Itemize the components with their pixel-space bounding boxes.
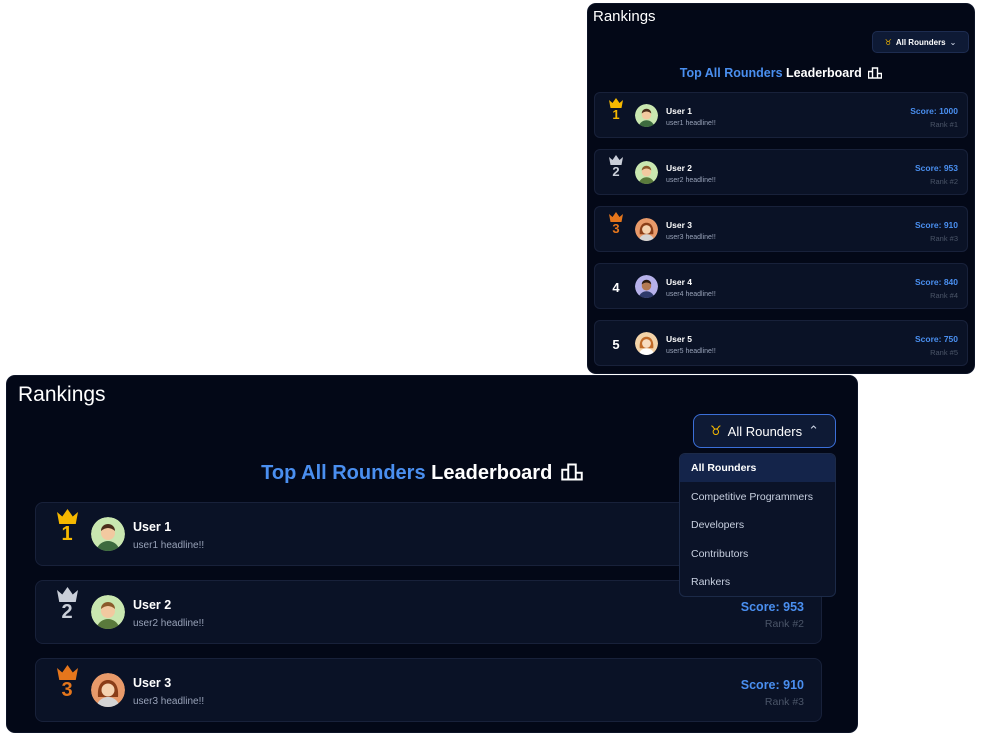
avatar	[635, 332, 658, 355]
medal-icon: ♉	[884, 37, 892, 47]
user-score: Score: 910	[740, 678, 804, 692]
crown-icon	[56, 509, 78, 524]
user-headline: user3 headline!!	[666, 234, 716, 241]
chevron-down-icon: ⌄	[949, 37, 957, 47]
avatar	[635, 104, 658, 127]
user-name: User 3	[666, 220, 692, 230]
leaderboard-podium-icon	[561, 463, 583, 481]
user-score: Score: 910	[915, 220, 958, 230]
user-name: User 5	[666, 334, 692, 344]
page-title: Rankings	[593, 8, 656, 25]
leaderboard-row[interactable]: 4 User 4 user4 headline!! Score: 840 Ran…	[594, 263, 968, 309]
rank-number: 5	[612, 337, 620, 352]
user-headline: user4 headline!!	[666, 291, 716, 298]
rank-badge-bronze: 3	[605, 212, 627, 235]
avatar	[91, 595, 125, 629]
leaderboard-row[interactable]: 2 User 2 user2 headline!! Score: 953 Ran…	[594, 149, 968, 195]
user-score: Score: 953	[740, 600, 804, 614]
category-filter-button[interactable]: ♉ All Rounders ⌄	[872, 31, 969, 53]
avatar	[635, 275, 658, 298]
rank-badge-bronze: 3	[54, 665, 80, 700]
leaderboard-heading: Top All Rounders Leaderboard	[588, 66, 974, 80]
user-score: Score: 840	[915, 277, 958, 287]
dropdown-option-competitive-programmers[interactable]: Competitive Programmers	[680, 483, 835, 511]
user-headline: user2 headline!!	[133, 618, 205, 629]
dropdown-option-rankers[interactable]: Rankers	[680, 568, 835, 596]
user-name: User 4	[666, 277, 692, 287]
rank-badge-silver: 2	[54, 587, 80, 622]
user-rank: Rank #2	[930, 177, 958, 186]
category-filter-label: All Rounders	[895, 37, 946, 47]
user-name: User 2	[133, 598, 172, 612]
leaderboard-row[interactable]: 3 User 3 user3 headline!! Score: 910 Ran…	[594, 206, 968, 252]
rankings-panel-compact: Rankings ♉ All Rounders ⌄ Top All Rounde…	[588, 4, 974, 373]
crown-icon	[56, 587, 78, 602]
rank-badge-gold: 1	[605, 98, 627, 121]
avatar	[635, 218, 658, 241]
user-name: User 3	[133, 676, 172, 690]
avatar	[91, 517, 125, 551]
user-rank: Rank #1	[930, 120, 958, 129]
rank-badge-silver: 2	[605, 155, 627, 178]
user-rank: Rank #3	[764, 696, 804, 708]
user-score: Score: 750	[915, 334, 958, 344]
medal-icon: ♉	[710, 423, 722, 438]
user-headline: user3 headline!!	[133, 696, 205, 707]
user-score: Score: 1000	[910, 106, 958, 116]
rank-number: 4	[612, 280, 620, 295]
category-dropdown-menu: All Rounders Competitive Programmers Dev…	[679, 453, 836, 597]
page-title: Rankings	[18, 383, 106, 406]
leaderboard-row[interactable]: 5 User 5 user5 headline!! Score: 750 Ran…	[594, 320, 968, 366]
chevron-up-icon: ⌃	[808, 423, 819, 438]
user-headline: user5 headline!!	[666, 348, 716, 355]
dropdown-option-all-rounders[interactable]: All Rounders	[680, 454, 835, 482]
user-name: User 1	[133, 520, 172, 534]
user-rank: Rank #5	[930, 348, 958, 357]
user-headline: user1 headline!!	[133, 540, 205, 551]
dropdown-option-contributors[interactable]: Contributors	[680, 540, 835, 568]
avatar	[91, 673, 125, 707]
user-score: Score: 953	[915, 163, 958, 173]
crown-icon	[56, 665, 78, 680]
rankings-panel-expanded: Rankings ♉ All Rounders ⌃ Top All Rounde…	[7, 376, 857, 732]
category-filter-label: All Rounders	[727, 423, 803, 439]
category-filter-button[interactable]: ♉ All Rounders ⌃	[693, 414, 836, 448]
leaderboard-row[interactable]: 1 User 1 user1 headline!! Score: 1000 Ra…	[594, 92, 968, 138]
user-rank: Rank #4	[930, 291, 958, 300]
user-name: User 2	[666, 163, 692, 173]
user-rank: Rank #3	[930, 234, 958, 243]
user-rank: Rank #2	[764, 618, 804, 630]
user-name: User 1	[666, 106, 692, 116]
rank-badge-gold: 1	[54, 509, 80, 544]
avatar	[635, 161, 658, 184]
leaderboard-row[interactable]: 3 User 3 user3 headline!! Score: 910 Ran…	[35, 658, 822, 722]
dropdown-option-developers[interactable]: Developers	[680, 511, 835, 539]
user-headline: user1 headline!!	[666, 120, 716, 127]
leaderboard-podium-icon	[868, 67, 883, 79]
user-headline: user2 headline!!	[666, 177, 716, 184]
